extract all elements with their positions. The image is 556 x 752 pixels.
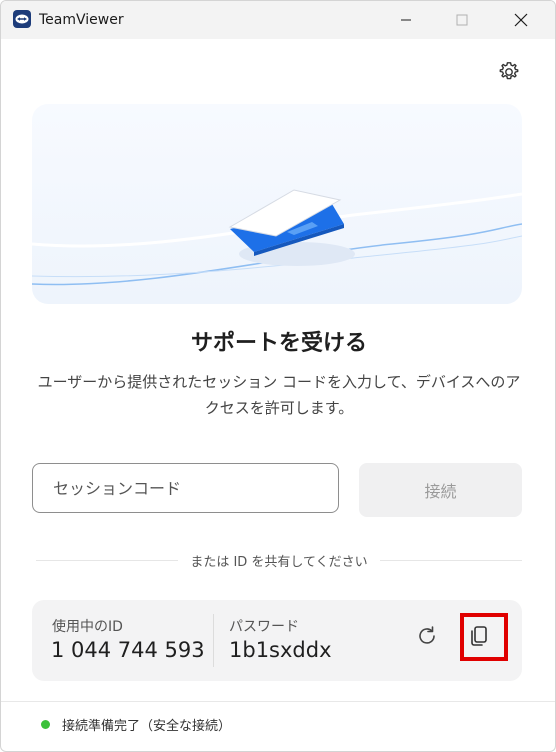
close-icon: [514, 13, 528, 27]
minimize-icon: [401, 19, 411, 21]
or-divider: または ID を共有してください: [36, 550, 522, 570]
id-value: 1 044 744 593: [51, 638, 205, 662]
status-text: 接続準備完了（安全な接続）: [62, 719, 232, 734]
id-label: 使用中のID: [52, 619, 123, 635]
copy-credentials-button[interactable]: [467, 624, 491, 648]
maximize-button[interactable]: [439, 1, 485, 39]
copy-icon: [471, 626, 487, 646]
page-description: ユーザーから提供されたセッション コードを入力して、デバイスへのアクセスを許可し…: [37, 373, 521, 417]
password-value: 1b1sxddx: [229, 638, 332, 662]
minimize-button[interactable]: [383, 1, 429, 39]
session-code-input[interactable]: [51, 477, 320, 499]
title-bar: TeamViewer: [1, 1, 555, 39]
page-title: サポートを受ける: [190, 331, 367, 356]
refresh-password-button[interactable]: [415, 624, 439, 648]
divider-line-left: [36, 559, 179, 561]
credentials-separator: [213, 614, 214, 667]
divider-text: または ID を共有してください: [190, 554, 368, 570]
teamviewer-window: TeamViewer サポートを受ける ユーザーから提供されたセッション コード…: [0, 0, 556, 752]
hero-illustration: [32, 104, 522, 304]
maximize-icon: [456, 14, 468, 26]
credentials-card: 使用中のID 1 044 744 593 パスワード 1b1sxddx: [32, 600, 522, 681]
window-title: TeamViewer: [39, 12, 124, 28]
status-bar: 接続準備完了（安全な接続）: [41, 715, 231, 734]
teamviewer-logo-icon: [13, 10, 31, 28]
close-button[interactable]: [498, 1, 544, 39]
status-indicator-dot: [41, 720, 50, 729]
gear-icon: [499, 62, 519, 80]
connect-button[interactable]: 接続: [359, 463, 522, 517]
divider-line-right: [379, 559, 522, 561]
refresh-icon: [419, 626, 435, 644]
session-code-field[interactable]: [32, 463, 339, 513]
status-divider: [1, 701, 555, 702]
settings-button[interactable]: [497, 60, 521, 84]
password-label: パスワード: [229, 619, 299, 635]
